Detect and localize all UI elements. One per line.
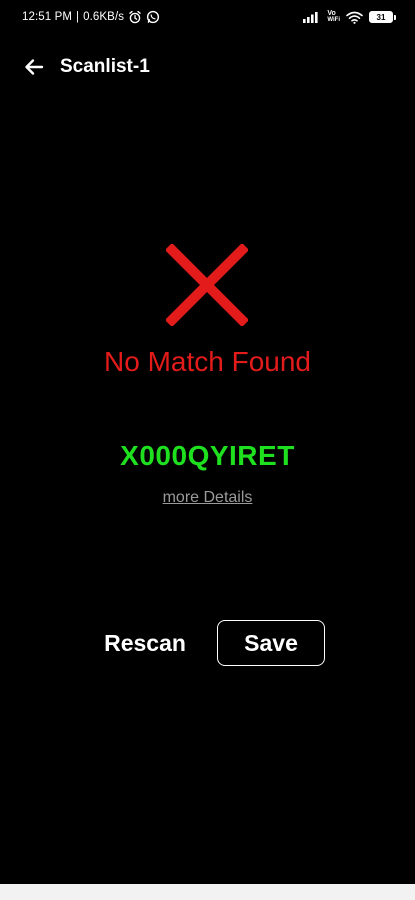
status-right: Vo WiFi 31 bbox=[303, 10, 396, 24]
battery-icon: 31 bbox=[369, 11, 396, 23]
rescan-button[interactable]: Rescan bbox=[94, 621, 196, 665]
status-net-speed: 0.6KB/s bbox=[83, 11, 125, 23]
volte-label: Vo bbox=[327, 10, 336, 17]
status-bar: 12:51 PM | 0.6KB/s Vo WiFi 31 bbox=[0, 0, 415, 34]
close-icon bbox=[164, 242, 250, 328]
wifi-icon bbox=[346, 11, 363, 24]
page-title: Scanlist-1 bbox=[60, 56, 150, 77]
save-button[interactable]: Save bbox=[217, 620, 325, 666]
scan-result-screen: 12:51 PM | 0.6KB/s Vo WiFi 31 Scanlist-1… bbox=[0, 0, 415, 900]
more-details-link[interactable]: more Details bbox=[0, 489, 415, 507]
app-bar: Scanlist-1 bbox=[0, 44, 415, 90]
status-separator: | bbox=[76, 11, 80, 23]
scanned-code: X000QYIRET bbox=[120, 440, 295, 471]
alarm-icon bbox=[128, 10, 142, 24]
status-time: 12:51 PM bbox=[22, 11, 73, 23]
signal-icon bbox=[303, 11, 321, 23]
battery-level: 31 bbox=[376, 12, 386, 22]
volte-icon: Vo WiFi bbox=[327, 10, 340, 24]
result-message: No Match Found bbox=[104, 346, 311, 377]
whatsapp-icon bbox=[146, 10, 160, 24]
navigation-bar bbox=[0, 884, 415, 900]
back-button[interactable] bbox=[14, 47, 54, 87]
arrow-left-icon bbox=[25, 59, 44, 75]
status-left: 12:51 PM | 0.6KB/s bbox=[22, 10, 160, 24]
wifi-calling-label: WiFi bbox=[327, 17, 340, 23]
